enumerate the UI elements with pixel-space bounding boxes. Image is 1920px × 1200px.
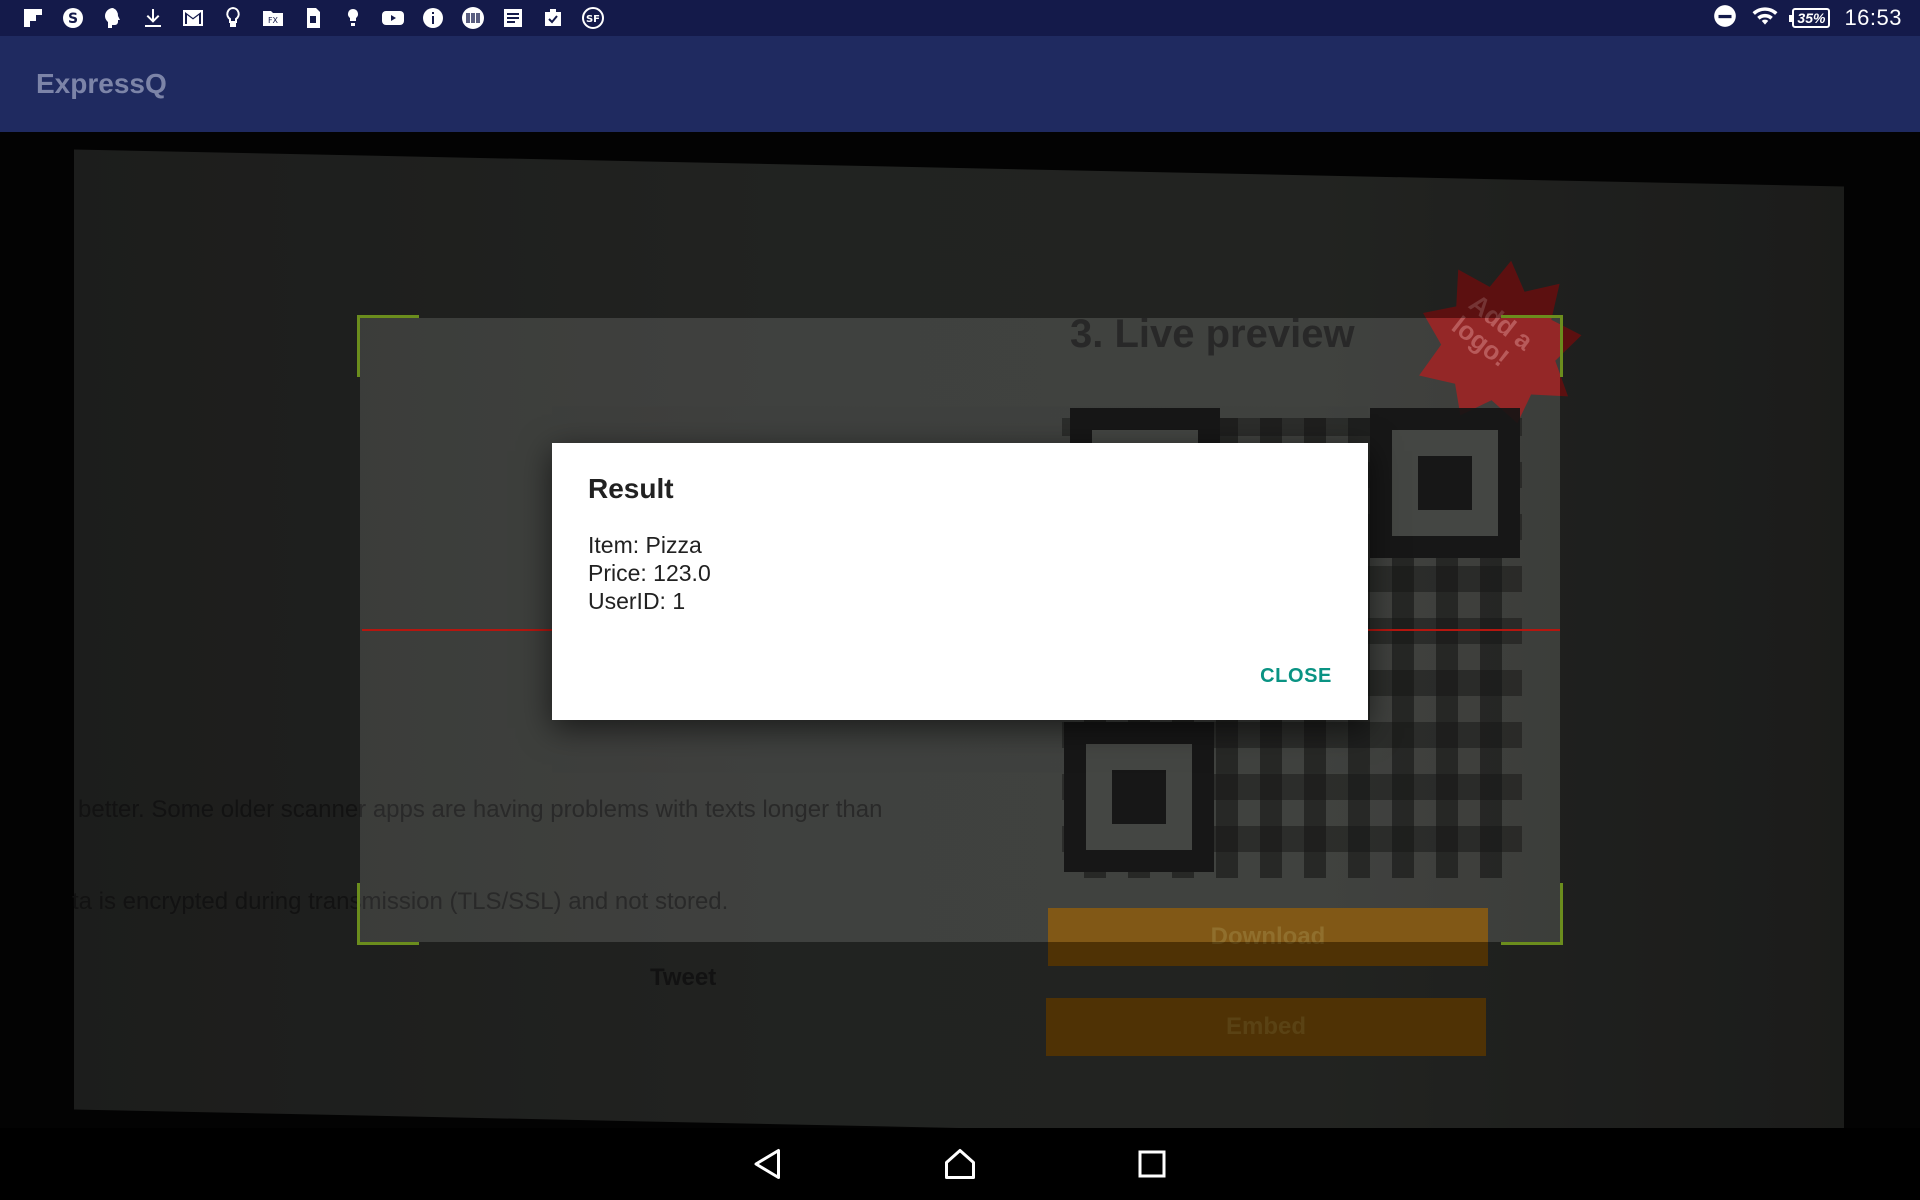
- lightbulb-icon: [220, 5, 246, 31]
- barcode-icon: [460, 5, 486, 31]
- bulb-icon: [340, 5, 366, 31]
- download-icon: [140, 5, 166, 31]
- home-icon: [945, 1149, 975, 1179]
- navigation-bar: [0, 1128, 1920, 1200]
- scan-mask-bottom: [0, 942, 1920, 1128]
- recents-icon: [1138, 1150, 1166, 1178]
- folder-icon: FX: [260, 5, 286, 31]
- app-title: ExpressQ: [36, 68, 167, 99]
- scan-corner-bottom-left: [357, 883, 419, 945]
- clipboard-icon: [540, 5, 566, 31]
- back-button[interactable]: [732, 1128, 804, 1200]
- recents-button[interactable]: [1116, 1128, 1188, 1200]
- close-button[interactable]: CLOSE: [1260, 665, 1332, 688]
- result-user-id: UserID: 1: [588, 588, 686, 614]
- result-dialog: Result Item: Pizza Price: 123.0 UserID: …: [552, 443, 1368, 720]
- notes-icon: [500, 5, 526, 31]
- scan-corner-top-left: [357, 315, 419, 377]
- flipboard-icon: [20, 5, 46, 31]
- back-icon: [754, 1149, 780, 1179]
- scan-corner-top-right: [1501, 315, 1563, 377]
- skype-icon: S: [60, 5, 86, 31]
- svg-text:S: S: [68, 11, 78, 27]
- scan-mask-top: [0, 132, 1920, 318]
- system-status: 35% 16:53: [1712, 3, 1902, 34]
- result-item: Item: Pizza: [588, 532, 702, 558]
- status-bar: S FX SF 35% 16:53: [0, 0, 1920, 36]
- sim-card-icon: [300, 5, 326, 31]
- brain-icon: [100, 5, 126, 31]
- app-bar: ExpressQ: [0, 36, 1920, 132]
- info-icon: [420, 5, 446, 31]
- svg-text:SF: SF: [586, 14, 600, 25]
- svg-text:FX: FX: [268, 16, 279, 25]
- do-not-disturb-icon: [1712, 3, 1738, 34]
- scan-mask-left: [0, 318, 360, 942]
- battery-indicator: 35%: [1789, 8, 1831, 28]
- dialog-title: Result: [588, 473, 674, 504]
- scan-corner-bottom-right: [1501, 883, 1563, 945]
- status-clock: 16:53: [1844, 5, 1902, 30]
- scan-mask-right: [1560, 318, 1920, 942]
- youtube-icon: [380, 5, 406, 31]
- sf-icon: SF: [580, 5, 606, 31]
- gmail-icon: [180, 5, 206, 31]
- result-price: Price: 123.0: [588, 560, 711, 586]
- home-button[interactable]: [924, 1128, 996, 1200]
- wifi-icon: [1752, 3, 1778, 34]
- notification-icons: S FX SF: [20, 5, 606, 31]
